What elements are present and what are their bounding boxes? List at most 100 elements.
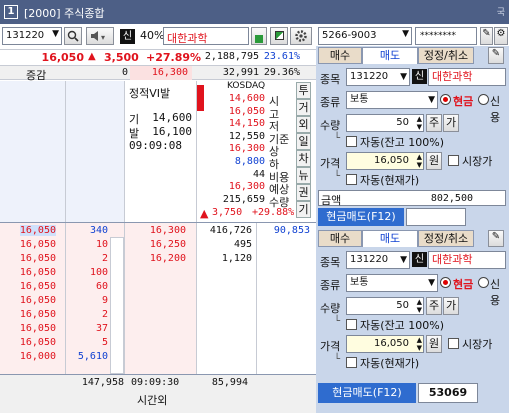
chevron-down-icon[interactable]: ▼	[400, 69, 407, 85]
side-tab[interactable]: 일	[296, 133, 311, 150]
tab-buy[interactable]: 매수	[318, 230, 362, 247]
order-type-select[interactable]: 보통 ▼	[346, 91, 438, 109]
market-price-checkbox[interactable]	[448, 338, 459, 349]
account-number: 5266-9003	[322, 30, 377, 41]
gear-icon	[295, 30, 307, 42]
window-corner-label: 국	[496, 8, 505, 18]
password-input[interactable]: ********	[415, 27, 477, 45]
credit-badge: 신	[120, 29, 135, 44]
available-button[interactable]: 가	[443, 114, 459, 132]
gi-value: 14,600	[152, 111, 192, 124]
cash-label: 현금	[453, 278, 474, 291]
won-button[interactable]: 원	[426, 152, 442, 170]
svg-text:▾: ▾	[101, 33, 105, 42]
side-tab[interactable]: 뉴	[296, 167, 311, 184]
bid-qty: 416,726	[209, 225, 252, 236]
side-tab[interactable]: 차	[296, 150, 311, 167]
bid-price[interactable]: 16,250	[150, 239, 186, 250]
tab-sell[interactable]: 매도	[362, 47, 418, 64]
code-input[interactable]: 131220 ▼	[346, 251, 410, 269]
submit-label: 현금매도(F12)	[326, 210, 396, 223]
tab-buy-label: 매수	[329, 232, 351, 245]
shares-button[interactable]: 주	[426, 297, 442, 315]
tab-buy[interactable]: 매수	[318, 47, 362, 64]
qty-input[interactable]: 50 ▲ ▼	[346, 297, 424, 315]
cash-radio[interactable]	[440, 277, 451, 288]
trade-qty: 340	[89, 225, 108, 236]
erase-button[interactable]: ✎	[488, 230, 504, 247]
sound-button[interactable]: ▾	[86, 27, 114, 45]
edit-button[interactable]: ✎	[480, 27, 493, 45]
ask-total: 90,853	[273, 225, 310, 236]
auto-price-checkbox[interactable]	[346, 357, 357, 368]
available-button[interactable]: 가	[443, 297, 459, 315]
amount-value: 802,500	[430, 193, 473, 204]
spin-icon[interactable]: ▲ ▼	[417, 298, 422, 314]
bid-price[interactable]: 16,200	[150, 253, 186, 264]
spin-icon[interactable]: ▲ ▼	[417, 336, 422, 352]
price-row: 16,050 ▲ 3,500 +27.89% 2,188,795 23.61%	[0, 49, 316, 64]
chart-button[interactable]	[270, 27, 288, 45]
bid-qty: 1,120	[221, 253, 252, 264]
order-type-select[interactable]: 보통 ▼	[346, 274, 438, 292]
auto-balance-checkbox[interactable]	[346, 136, 357, 147]
price-input[interactable]: 16,050 ▲ ▼	[346, 152, 424, 170]
settings-button-right[interactable]: ⚙	[494, 27, 508, 45]
side-tab[interactable]: 기	[296, 201, 311, 218]
search-icon	[67, 30, 79, 42]
password-value: ********	[420, 31, 456, 41]
chevron-down-icon[interactable]: ▼	[428, 92, 435, 108]
price-input[interactable]: 16,050 ▲ ▼	[346, 335, 424, 353]
erase-button[interactable]: ✎	[488, 47, 504, 64]
code-input[interactable]: 131220 ▼	[346, 68, 410, 86]
scrollbar[interactable]	[110, 237, 124, 374]
settings-button[interactable]	[290, 27, 312, 45]
won-label: 원	[428, 154, 440, 167]
auto-price-checkbox[interactable]	[346, 174, 357, 185]
shares-button[interactable]: 주	[426, 114, 442, 132]
trade-price: 16,050	[19, 337, 56, 348]
chevron-down-icon[interactable]: ▼	[402, 29, 409, 39]
price-change: 3,500	[104, 51, 139, 64]
code-value: 131220	[350, 254, 389, 265]
credit-radio[interactable]	[478, 277, 489, 288]
bid-qty: 495	[233, 239, 252, 250]
submit-sell-button[interactable]: 현금매도(F12)	[318, 208, 404, 226]
side-tab[interactable]: 외	[296, 116, 311, 133]
type-label: 종류	[320, 96, 341, 109]
auto-balance-checkbox[interactable]	[346, 319, 357, 330]
market-price-checkbox[interactable]	[448, 155, 459, 166]
qty-label: 수량	[320, 119, 341, 132]
account-select[interactable]: 5266-9003 ▼	[318, 27, 412, 45]
summary-price: 16,300	[130, 66, 192, 80]
chevron-down-icon[interactable]: ▼	[428, 275, 435, 291]
window-title: [2000] 주식종합	[24, 7, 105, 20]
volume-ratio: 23.61%	[263, 51, 300, 62]
spin-icon[interactable]: ▲ ▼	[417, 115, 422, 131]
chart-icon	[274, 31, 284, 40]
chevron-down-icon[interactable]: ▼	[52, 29, 59, 39]
qty-input[interactable]: 50 ▲ ▼	[346, 114, 424, 132]
search-button[interactable]	[64, 27, 82, 45]
credit-radio[interactable]	[478, 94, 489, 105]
speaker-icon: ▾	[91, 31, 105, 42]
spin-icon[interactable]: ▲ ▼	[417, 153, 422, 169]
side-tab[interactable]: 투	[296, 82, 311, 99]
stock-code-input[interactable]: 131220 ▼	[2, 27, 62, 45]
side-tab[interactable]: 거	[296, 99, 311, 116]
stock-name-field: 대한과학	[163, 27, 249, 45]
price-value: 16,050	[374, 338, 409, 349]
price-label: 가격	[320, 340, 341, 353]
tab-modify[interactable]: 정정/취소	[418, 47, 474, 64]
bid-price[interactable]: 16,300	[150, 225, 186, 236]
chevron-down-icon[interactable]: ▼	[400, 252, 407, 268]
submit-sell-button[interactable]: 현금매도(F12)	[318, 383, 416, 403]
tab-sell[interactable]: 매도	[362, 230, 418, 247]
stat-value: 16,300	[228, 143, 265, 155]
stats-panel: KOSDAQ 14,600 시 16,050 고 14,150 저 12,550 기준 16,3…	[197, 81, 296, 222]
side-tab[interactable]: 권	[296, 184, 311, 201]
window-link-button[interactable]	[251, 27, 267, 45]
tab-modify[interactable]: 정정/취소	[418, 230, 474, 247]
won-button[interactable]: 원	[426, 335, 442, 353]
cash-radio[interactable]	[440, 94, 451, 105]
